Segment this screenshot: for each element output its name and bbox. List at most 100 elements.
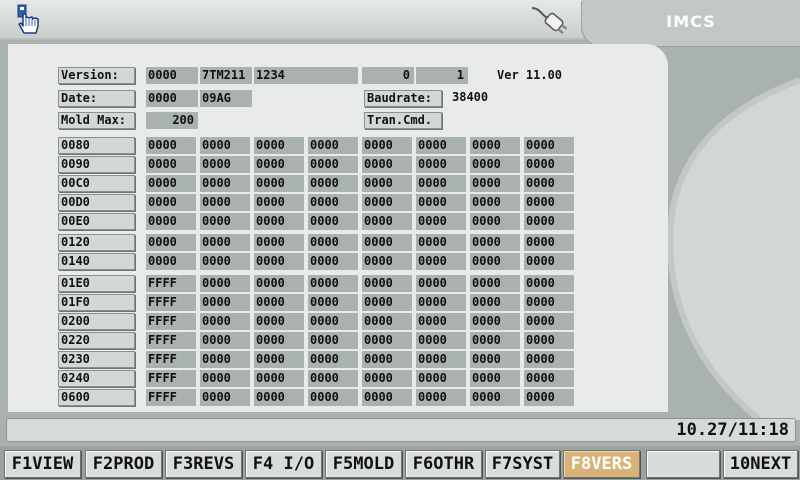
value-cell: 0000: [200, 275, 250, 292]
function-key-bar: F1VIEW F2PROD F3REVS F4 I/O F5MOLD F6OTHR F7SY…: [0, 446, 800, 480]
value-cell: 0000: [254, 351, 304, 368]
f2-prod-key[interactable]: F2PROD: [85, 450, 162, 478]
value-cell: 0000: [470, 213, 520, 230]
table-row: 0220 FFFF 0000 0000 0000 0000 0000 0000 0000: [58, 332, 578, 349]
table-row: 0240 FFFF 0000 0000 0000 0000 0000 0000 0000: [58, 370, 578, 387]
plug-icon: [530, 2, 570, 38]
value-cell: 0000: [308, 234, 358, 251]
value-cell: 0000: [470, 332, 520, 349]
value-cell: 0000: [524, 294, 574, 311]
address-label: 0200: [58, 313, 135, 330]
value-cell: 0000: [254, 213, 304, 230]
baudrate-button[interactable]: Baudrate:: [364, 90, 442, 107]
value-cell: 0000: [416, 213, 466, 230]
value-cell: 0000: [308, 137, 358, 154]
value-cell: FFFF: [146, 313, 196, 330]
value-cell: 0000: [362, 332, 412, 349]
value-cell: 0000: [416, 370, 466, 387]
value-cell: 0000: [416, 332, 466, 349]
value-cell: 0000: [362, 175, 412, 192]
mold-max-value: 200: [146, 112, 198, 129]
value-cell: 0000: [416, 194, 466, 211]
value-cell: 0000: [470, 156, 520, 173]
value-cell: 0000: [308, 313, 358, 330]
value-cell: 0000: [200, 351, 250, 368]
address-label: 0090: [58, 156, 135, 173]
value-cell: 0000: [146, 234, 196, 251]
value-cell: 0000: [200, 156, 250, 173]
value-cell: 0000: [254, 234, 304, 251]
date-label: Date:: [58, 90, 135, 107]
value-cell: 0000: [254, 253, 304, 270]
value-cell: 0000: [524, 137, 574, 154]
f9-blank-key[interactable]: [646, 450, 720, 478]
f3-revs-key[interactable]: F3REVS: [165, 450, 242, 478]
software-version-text: Ver 11.00: [497, 68, 563, 82]
table-row: 00D0 0000 0000 0000 0000 0000 0000 0000 0000: [58, 194, 578, 211]
value-cell: 0000: [308, 253, 358, 270]
f7-syst-key[interactable]: F7SYST: [485, 450, 560, 478]
address-label: 0080: [58, 137, 135, 154]
value-cell: 0000: [524, 313, 574, 330]
value-cell: 0000: [308, 275, 358, 292]
address-label: 0240: [58, 370, 135, 387]
value-cell: 0000: [254, 332, 304, 349]
value-cell: 0000: [200, 213, 250, 230]
baudrate-value: 38400: [452, 90, 489, 104]
value-cell: 0000: [524, 213, 574, 230]
address-label: 00E0: [58, 213, 135, 230]
value-cell: 0000: [200, 175, 250, 192]
f8-vers-key[interactable]: F8VERS: [563, 450, 640, 478]
value-cell: FFFF: [146, 351, 196, 368]
value-cell: 0000: [416, 351, 466, 368]
tran-cmd-button[interactable]: Tran.Cmd.: [364, 112, 442, 129]
datetime-display: 10.27/11:18: [676, 420, 789, 440]
value-cell: 0000: [470, 351, 520, 368]
hand-pointer-icon[interactable]: [14, 4, 44, 36]
table-row: 00E0 0000 0000 0000 0000 0000 0000 0000 0000: [58, 213, 578, 230]
value-cell: 0000: [362, 370, 412, 387]
f6-othr-key[interactable]: F6OTHR: [405, 450, 482, 478]
address-label: 0140: [58, 253, 135, 270]
mold-max-label: Mold Max:: [58, 112, 135, 129]
value-cell: 0000: [524, 351, 574, 368]
value-cell: 0000: [200, 194, 250, 211]
value-cell: 0000: [470, 370, 520, 387]
value-cell: 0000: [416, 156, 466, 173]
value-cell: 0000: [200, 313, 250, 330]
f10-next-key[interactable]: 10NEXT: [723, 450, 798, 478]
address-label: 00D0: [58, 194, 135, 211]
f5-mold-key[interactable]: F5MOLD: [325, 450, 402, 478]
value-cell: 0000: [254, 370, 304, 387]
value-cell: 0000: [308, 332, 358, 349]
version-field-3: 1234: [254, 67, 358, 84]
value-cell: 0000: [362, 313, 412, 330]
value-cell: 0000: [362, 389, 412, 406]
value-cell: 0000: [254, 137, 304, 154]
value-cell: 0000: [416, 175, 466, 192]
f1-view-key[interactable]: F1VIEW: [4, 450, 81, 478]
f4-io-key[interactable]: F4 I/O: [245, 450, 322, 478]
value-cell: 0000: [470, 194, 520, 211]
value-cell: 0000: [362, 351, 412, 368]
address-label: 0220: [58, 332, 135, 349]
version-field-2: 7TM211: [200, 67, 252, 84]
value-cell: 0000: [416, 389, 466, 406]
value-cell: 0000: [416, 137, 466, 154]
value-cell: FFFF: [146, 332, 196, 349]
value-cell: 0000: [416, 313, 466, 330]
value-cell: 0000: [146, 156, 196, 173]
address-label: 0120: [58, 234, 135, 251]
value-cell: 0000: [362, 294, 412, 311]
value-cell: 0000: [470, 275, 520, 292]
value-cell: FFFF: [146, 275, 196, 292]
value-cell: 0000: [200, 234, 250, 251]
value-cell: 0000: [470, 389, 520, 406]
value-cell: 0000: [308, 370, 358, 387]
value-cell: 0000: [524, 275, 574, 292]
value-cell: 0000: [146, 194, 196, 211]
value-cell: 0000: [200, 332, 250, 349]
value-cell: 0000: [146, 213, 196, 230]
value-cell: 0000: [308, 156, 358, 173]
version-field-4: 0: [362, 67, 414, 84]
